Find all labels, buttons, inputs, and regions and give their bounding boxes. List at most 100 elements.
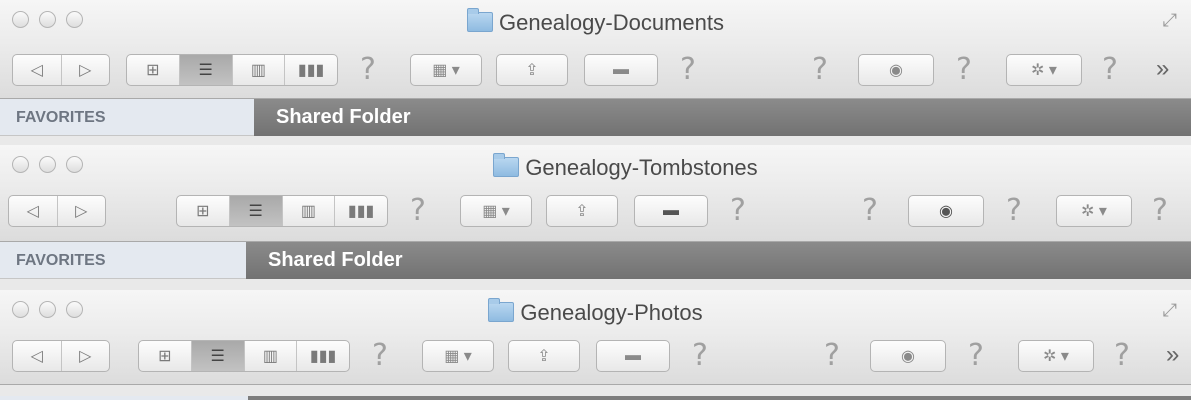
finder-window-photos: Genealogy-Photos ⤢ ◁ ▷ ⊞ ☰ ▥ ▮▮▮ ? ▦ ▾ ⇪… — [0, 290, 1191, 385]
share-button[interactable]: ⇪ — [496, 54, 568, 86]
path-label[interactable]: Shared Folder — [276, 106, 410, 129]
title-bar[interactable]: Genealogy-Documents ⤢ — [0, 0, 1191, 42]
share-button[interactable]: ⇪ — [546, 195, 618, 227]
icon-view-button[interactable]: ⊞ — [139, 341, 191, 371]
share-button[interactable]: ⇪ — [508, 340, 580, 372]
view-mode-control: ⊞ ☰ ▥ ▮▮▮ — [176, 195, 388, 227]
folder-icon — [466, 8, 493, 32]
fullscreen-icon[interactable]: ⤢ — [1163, 10, 1177, 31]
help-icon[interactable]: ? — [680, 52, 696, 87]
help-icon[interactable]: ? — [956, 52, 972, 87]
eye-icon: ◉ — [889, 62, 903, 79]
help-icon[interactable]: ? — [1006, 193, 1022, 228]
help-icon[interactable]: ? — [410, 193, 426, 228]
forward-button[interactable]: ▷ — [60, 341, 110, 371]
back-button[interactable]: ◁ — [13, 341, 61, 371]
fullscreen-icon[interactable]: ⤢ — [1163, 300, 1177, 321]
tag-button[interactable]: ▬ — [596, 340, 670, 372]
forward-button[interactable]: ▷ — [60, 55, 110, 85]
icon-view-button[interactable]: ⊞ — [177, 196, 229, 226]
help-icon[interactable]: ? — [692, 338, 708, 373]
arrange-button[interactable]: ▦ ▾ — [460, 195, 532, 227]
quicklook-button[interactable]: ◉ — [908, 195, 984, 227]
column-view-button[interactable]: ▥ — [281, 196, 335, 226]
back-button[interactable]: ◁ — [13, 55, 61, 85]
list-view-button[interactable]: ☰ — [190, 341, 244, 371]
list-view-button[interactable]: ☰ — [228, 196, 282, 226]
coverflow-view-button[interactable]: ▮▮▮ — [334, 196, 387, 226]
help-icon[interactable]: ? — [730, 193, 746, 228]
sidebar-heading: FAVORITES — [16, 252, 106, 269]
minimize-button[interactable] — [39, 156, 56, 173]
view-mode-control: ⊞ ☰ ▥ ▮▮▮ — [138, 340, 350, 372]
share-icon: ⇪ — [575, 203, 589, 220]
pathbar-edge — [248, 396, 1191, 400]
quicklook-button[interactable]: ◉ — [870, 340, 946, 372]
action-button[interactable]: ✲ ▾ — [1056, 195, 1132, 227]
help-icon[interactable]: ? — [824, 338, 840, 373]
back-forward-control: ◁ ▷ — [8, 195, 106, 227]
back-forward-control: ◁ ▷ — [12, 54, 110, 86]
icon-view-button[interactable]: ⊞ — [127, 55, 179, 85]
tag-icon: ▬ — [613, 61, 629, 78]
share-icon: ⇪ — [537, 348, 551, 365]
arrange-button[interactable]: ▦ ▾ — [422, 340, 494, 372]
window-title: Genealogy-Documents — [0, 8, 1191, 36]
help-icon[interactable]: ? — [1114, 338, 1130, 373]
help-icon[interactable]: ? — [812, 52, 828, 87]
share-icon: ⇪ — [525, 62, 539, 79]
coverflow-view-button[interactable]: ▮▮▮ — [284, 55, 337, 85]
help-icon[interactable]: ? — [968, 338, 984, 373]
view-mode-control: ⊞ ☰ ▥ ▮▮▮ — [126, 54, 338, 86]
eye-icon: ◉ — [901, 348, 915, 365]
arrange-button[interactable]: ▦ ▾ — [410, 54, 482, 86]
folder-icon — [493, 153, 520, 177]
overflow-chevron-icon[interactable]: » — [1156, 55, 1169, 83]
tag-icon: ▬ — [663, 202, 679, 219]
toolbar: ◁ ▷ ⊞ ☰ ▥ ▮▮▮ ? ▦ ▾ ⇪ ▬ ? ? ◉ ? ✲ ▾ ? » — [0, 42, 1191, 99]
window-title-text: Genealogy-Tombstones — [525, 155, 758, 180]
help-icon[interactable]: ? — [1152, 193, 1168, 228]
sidebar: FAVORITES — [0, 242, 246, 279]
sidebar-heading: FAVORITES — [16, 109, 106, 126]
action-button[interactable]: ✲ ▾ — [1018, 340, 1094, 372]
path-bar: Shared Folder — [254, 99, 1191, 136]
arrange-icon: ▦ ▾ — [482, 203, 510, 220]
folder-icon — [488, 298, 515, 322]
toolbar: ◁ ▷ ⊞ ☰ ▥ ▮▮▮ ? ▦ ▾ ⇪ ▬ ? ? ◉ ? ✲ ▾ ? — [0, 185, 1191, 242]
quicklook-button[interactable]: ◉ — [858, 54, 934, 86]
window-title: Genealogy-Tombstones — [60, 153, 1191, 181]
window-title-text: Genealogy-Photos — [520, 300, 703, 325]
tag-icon: ▬ — [625, 347, 641, 364]
column-view-button[interactable]: ▥ — [243, 341, 297, 371]
close-button[interactable] — [12, 156, 29, 173]
sidebar-edge — [0, 396, 248, 400]
tag-button[interactable]: ▬ — [584, 54, 658, 86]
gear-icon: ✲ ▾ — [1043, 348, 1069, 365]
back-forward-control: ◁ ▷ — [12, 340, 110, 372]
overflow-chevron-icon[interactable]: » — [1166, 341, 1179, 369]
help-icon[interactable]: ? — [372, 338, 388, 373]
gear-icon: ✲ ▾ — [1081, 203, 1107, 220]
window-title: Genealogy-Photos — [0, 298, 1191, 326]
action-button[interactable]: ✲ ▾ — [1006, 54, 1082, 86]
help-icon[interactable]: ? — [1102, 52, 1118, 87]
tag-button[interactable]: ▬ — [634, 195, 708, 227]
help-icon[interactable]: ? — [862, 193, 878, 228]
back-button[interactable]: ◁ — [9, 196, 57, 226]
arrange-icon: ▦ ▾ — [432, 62, 460, 79]
column-view-button[interactable]: ▥ — [231, 55, 285, 85]
path-label[interactable]: Shared Folder — [268, 249, 402, 272]
path-bar-edge — [0, 396, 1191, 400]
sidebar: FAVORITES — [0, 99, 254, 136]
help-icon[interactable]: ? — [360, 52, 376, 87]
gear-icon: ✲ ▾ — [1031, 62, 1057, 79]
coverflow-view-button[interactable]: ▮▮▮ — [296, 341, 349, 371]
eye-icon: ◉ — [939, 203, 953, 220]
arrange-icon: ▦ ▾ — [444, 348, 472, 365]
forward-button[interactable]: ▷ — [56, 196, 106, 226]
list-view-button[interactable]: ☰ — [178, 55, 232, 85]
title-bar[interactable]: Genealogy-Tombstones — [0, 145, 1191, 185]
path-bar: Shared Folder — [246, 242, 1191, 279]
title-bar[interactable]: Genealogy-Photos ⤢ — [0, 290, 1191, 332]
